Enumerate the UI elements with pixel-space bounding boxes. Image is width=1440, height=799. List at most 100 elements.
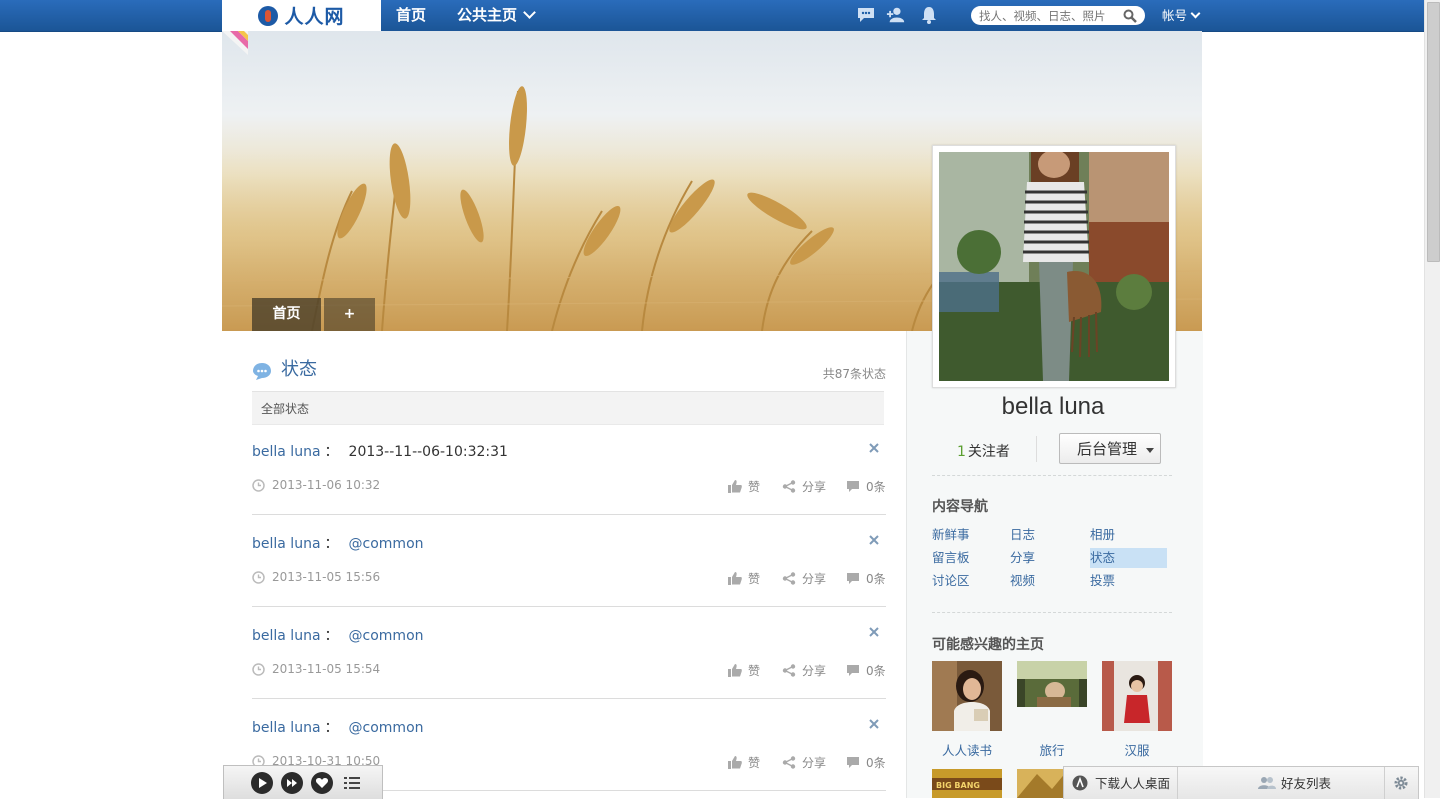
scrollbar-thumb[interactable] bbox=[1427, 2, 1440, 262]
status-meta: 2013-11-05 15:54 赞 分享 0条 bbox=[252, 662, 886, 678]
content-nav-forum[interactable]: 讨论区 bbox=[932, 571, 970, 591]
cover-corner-ribbon-icon[interactable] bbox=[222, 31, 248, 55]
message-icon[interactable] bbox=[856, 6, 876, 24]
status-time: 2013-11-05 15:56 bbox=[272, 570, 381, 584]
clock-icon bbox=[252, 479, 265, 492]
comment-icon bbox=[847, 573, 859, 584]
like-button[interactable]: 赞 bbox=[728, 570, 760, 587]
account-menu[interactable]: 帐号 bbox=[1162, 0, 1201, 31]
recommend-thumb-tv: BIG BANG bbox=[932, 769, 1002, 798]
content-nav-blog[interactable]: 日志 bbox=[1010, 525, 1035, 545]
recommend-item[interactable]: 旅行 bbox=[1017, 661, 1087, 759]
share-button[interactable]: 分享 bbox=[782, 754, 826, 771]
share-icon bbox=[782, 480, 796, 493]
content-nav-video[interactable]: 视频 bbox=[1010, 571, 1035, 591]
share-button[interactable]: 分享 bbox=[782, 570, 826, 587]
share-icon bbox=[782, 572, 796, 585]
followers-count[interactable]: 1 关注者 bbox=[957, 441, 1010, 461]
divider bbox=[1177, 767, 1178, 799]
play-button[interactable] bbox=[251, 772, 273, 794]
status-author-link[interactable]: bella luna bbox=[252, 720, 321, 736]
cover-tab-add[interactable]: + bbox=[324, 298, 375, 331]
admin-manage-button[interactable]: 后台管理 bbox=[1059, 433, 1161, 464]
favorite-button[interactable] bbox=[311, 772, 333, 794]
recommend-item[interactable]: 汉服 bbox=[1102, 661, 1172, 759]
share-icon bbox=[782, 756, 796, 769]
content-nav-album[interactable]: 相册 bbox=[1090, 525, 1115, 545]
divider bbox=[1384, 767, 1385, 799]
status-filter-bar: 全部状态 bbox=[252, 391, 884, 425]
thumbs-up-icon bbox=[728, 572, 742, 585]
clock-icon bbox=[252, 663, 265, 676]
divider bbox=[932, 475, 1172, 476]
friends-list-button[interactable]: 好友列表 bbox=[1258, 767, 1331, 799]
profile-avatar[interactable] bbox=[932, 145, 1176, 388]
status-meta: 2013-11-05 15:56 赞 分享 0条 bbox=[252, 570, 886, 586]
avatar-photo bbox=[939, 152, 1169, 381]
comment-button[interactable]: 0条 bbox=[846, 754, 886, 771]
status-item: bella luna： 2013--11--06-10:32:31 2013-11-… bbox=[252, 423, 886, 515]
renren-logo-icon bbox=[258, 5, 279, 26]
status-author-link[interactable]: bella luna bbox=[252, 628, 321, 644]
divider bbox=[1036, 436, 1037, 462]
content-nav-share[interactable]: 分享 bbox=[1010, 548, 1035, 568]
renren-logo[interactable]: 人人网 bbox=[222, 0, 381, 31]
add-friend-icon[interactable] bbox=[886, 6, 906, 24]
nav-home-link[interactable]: 首页 bbox=[396, 0, 426, 31]
status-time: 2013-11-05 15:54 bbox=[272, 662, 381, 676]
delete-status-icon[interactable] bbox=[868, 718, 880, 730]
recommend-thumb-travel bbox=[1017, 661, 1087, 707]
status-colon: ： bbox=[324, 444, 339, 460]
like-button[interactable]: 赞 bbox=[728, 478, 760, 495]
comment-button[interactable]: 0条 bbox=[846, 478, 886, 495]
cover-tab-home[interactable]: 首页 bbox=[252, 298, 321, 331]
divider bbox=[932, 612, 1172, 613]
share-button[interactable]: 分享 bbox=[782, 478, 826, 495]
status-author-link[interactable]: bella luna bbox=[252, 536, 321, 552]
status-time: 2013-11-06 10:32 bbox=[272, 478, 381, 492]
svg-text:BIG BANG: BIG BANG bbox=[936, 781, 980, 790]
comment-icon bbox=[847, 757, 859, 768]
filter-all-status[interactable]: 全部状态 bbox=[261, 400, 309, 417]
status-colon: ： bbox=[324, 628, 339, 644]
like-button[interactable]: 赞 bbox=[728, 754, 760, 771]
share-button[interactable]: 分享 bbox=[782, 662, 826, 679]
like-button[interactable]: 赞 bbox=[728, 662, 760, 679]
status-author-link[interactable]: bella luna bbox=[252, 444, 321, 460]
download-desktop-link[interactable]: 下载人人桌面 bbox=[1072, 767, 1170, 799]
status-item: bella luna： @common 2013-11-05 15:56 赞 分享 0条 bbox=[252, 515, 886, 607]
profile-name: bella luna bbox=[1001, 393, 1105, 420]
recommend-item[interactable]: BIG BANG bbox=[932, 769, 1002, 798]
status-text[interactable]: @common bbox=[349, 536, 424, 552]
next-track-button[interactable] bbox=[281, 772, 303, 794]
content-nav-guestbook[interactable]: 留言板 bbox=[932, 548, 970, 568]
comment-button[interactable]: 0条 bbox=[846, 570, 886, 587]
page-scrollbar[interactable] bbox=[1424, 0, 1440, 798]
content-nav-news[interactable]: 新鲜事 bbox=[932, 525, 970, 545]
search-box bbox=[971, 6, 1145, 25]
notification-bell-icon[interactable] bbox=[919, 6, 939, 24]
status-text[interactable]: @common bbox=[349, 720, 424, 736]
content-nav-status[interactable]: 状态 bbox=[1090, 548, 1167, 568]
settings-button[interactable] bbox=[1393, 767, 1409, 799]
delete-status-icon[interactable] bbox=[868, 442, 880, 454]
fast-forward-icon bbox=[287, 779, 297, 787]
status-text[interactable]: @common bbox=[349, 628, 424, 644]
nav-public-pages-link[interactable]: 公共主页 bbox=[457, 0, 536, 31]
comment-button[interactable]: 0条 bbox=[846, 662, 886, 679]
heart-icon bbox=[315, 778, 329, 788]
section-title: 状态 bbox=[281, 359, 317, 380]
recommend-item[interactable]: 人人读书 bbox=[932, 661, 1002, 759]
search-icon[interactable] bbox=[1123, 9, 1137, 23]
content-nav-vote[interactable]: 投票 bbox=[1090, 571, 1115, 591]
comment-icon bbox=[847, 665, 859, 676]
delete-status-icon[interactable] bbox=[868, 534, 880, 546]
comment-icon bbox=[847, 481, 859, 492]
dropdown-caret-icon bbox=[1146, 448, 1154, 453]
playlist-icon[interactable] bbox=[344, 776, 360, 790]
search-input[interactable] bbox=[979, 7, 1119, 24]
status-content: bella luna： @common bbox=[252, 718, 424, 738]
delete-status-icon[interactable] bbox=[868, 626, 880, 638]
chevron-down-icon bbox=[1190, 8, 1201, 19]
status-content: bella luna： 2013--11--06-10:32:31 bbox=[252, 442, 508, 462]
